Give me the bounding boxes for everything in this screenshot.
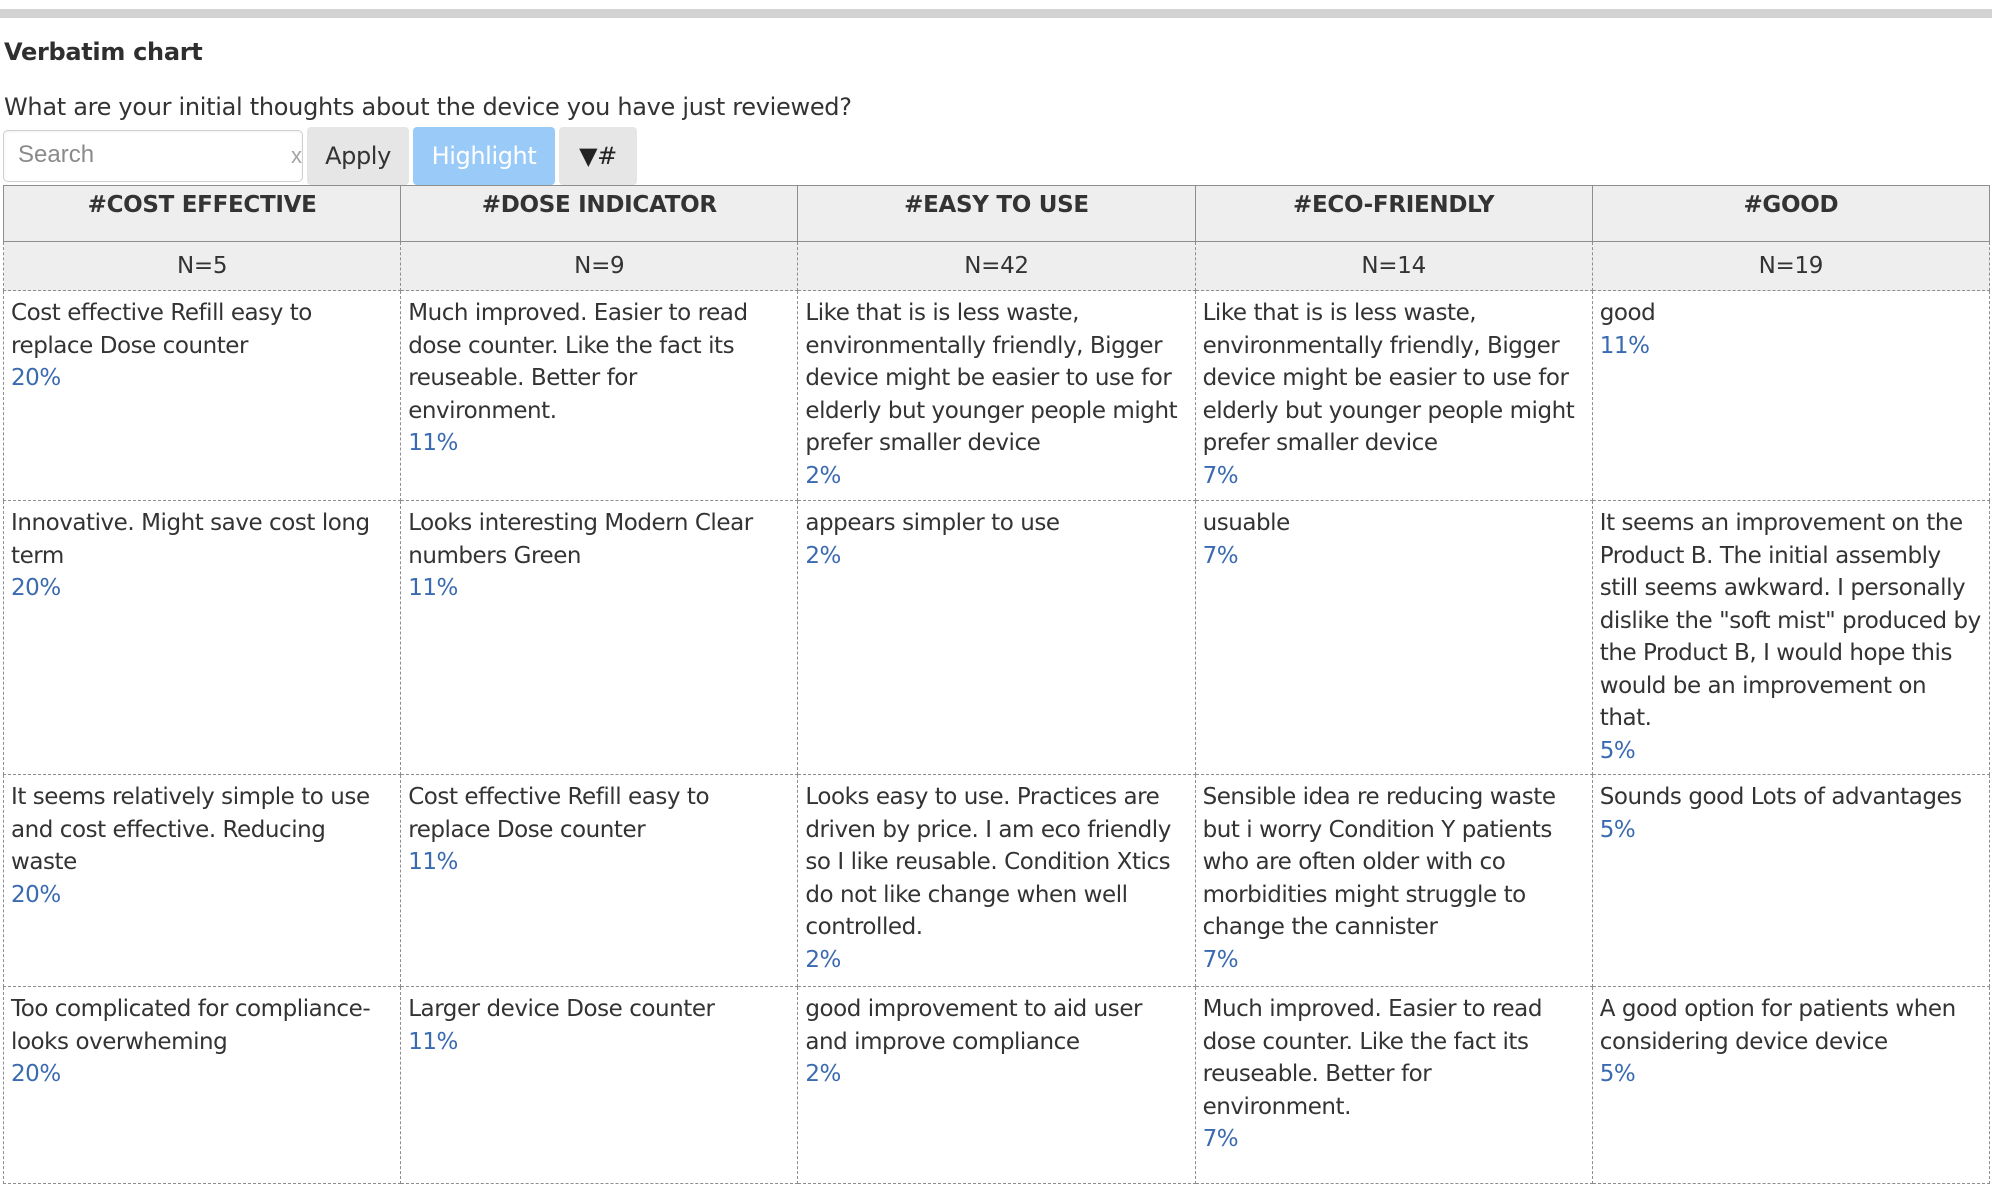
verbatim-text: good improvement to aid user and improve…	[805, 996, 1143, 1055]
verbatim-text: A good option for patients when consider…	[1599, 996, 1956, 1055]
highlight-button[interactable]: Highlight	[413, 127, 555, 185]
verbatim-cell: appears simpler to use 2%	[797, 500, 1196, 775]
verbatim-text: good	[1599, 300, 1656, 326]
verbatim-text: Sensible idea re reducing waste but i wo…	[1202, 784, 1556, 940]
verbatim-percent: 11%	[408, 1028, 458, 1055]
verbatim-text: Larger device Dose counter	[408, 996, 715, 1022]
verbatim-cell: Like that is is less waste, environmenta…	[1194, 290, 1593, 501]
column-count: N=14	[1194, 241, 1593, 291]
search-input[interactable]	[4, 131, 278, 179]
table-row: Innovative. Might save cost long term 20%…	[2, 500, 1991, 775]
verbatim-percent: 11%	[408, 430, 458, 456]
verbatim-cell: It seems relatively simple to use and co…	[2, 774, 402, 987]
verbatim-percent: 7%	[1202, 1126, 1239, 1152]
verbatim-text: usuable	[1202, 510, 1291, 536]
verbatim-text: Too complicated for compliance-looks ove…	[11, 996, 371, 1055]
verbatim-percent: 2%	[805, 462, 841, 489]
verbatim-percent: 20%	[11, 575, 61, 601]
verbatim-cell: Larger device Dose counter 11%	[400, 986, 799, 1184]
verbatim-cell: good improvement to aid user and improve…	[797, 986, 1196, 1184]
verbatim-table: #COST EFFECTIVE #DOSE INDICATOR #EASY TO…	[2, 185, 1991, 1184]
verbatim-text: Sounds good Lots of advantages	[1599, 784, 1962, 810]
verbatim-percent: 5%	[1599, 816, 1636, 843]
verbatim-text: Much improved. Easier to read dose count…	[408, 300, 748, 424]
column-count: N=42	[797, 241, 1196, 291]
verbatim-cell: Like that is is less waste, environmenta…	[797, 290, 1196, 501]
tag-header-row: #COST EFFECTIVE #DOSE INDICATOR #EASY TO…	[2, 185, 1991, 242]
table-row: Too complicated for compliance-looks ove…	[2, 986, 1991, 1184]
verbatim-percent: 11%	[408, 849, 458, 875]
verbatim-text: Looks interesting Modern Clear numbers G…	[408, 510, 753, 569]
verbatim-text: Like that is is less waste, environmenta…	[1202, 300, 1575, 456]
verbatim-percent: 11%	[1599, 332, 1650, 359]
verbatim-percent: 2%	[805, 542, 841, 569]
search-box: x	[3, 130, 303, 182]
column-header[interactable]: #DOSE INDICATOR	[400, 185, 799, 242]
question-text: What are your initial thoughts about the…	[4, 93, 852, 121]
verbatim-cell: Sounds good Lots of advantages 5%	[1591, 774, 1991, 987]
verbatim-text: It seems an improvement on the Product B…	[1599, 510, 1982, 731]
column-count: N=9	[400, 241, 799, 291]
table-row: Cost effective Refill easy to replace Do…	[2, 290, 1991, 501]
verbatim-cell: Too complicated for compliance-looks ove…	[2, 986, 402, 1184]
verbatim-text: Cost effective Refill easy to replace Do…	[11, 300, 312, 359]
verbatim-cell: Sensible idea re reducing waste but i wo…	[1194, 774, 1593, 987]
verbatim-percent: 20%	[11, 365, 61, 391]
verbatim-cell: Innovative. Might save cost long term 20%	[2, 500, 402, 775]
verbatim-cell: It seems an improvement on the Product B…	[1591, 500, 1991, 775]
verbatim-text: Looks easy to use. Practices are driven …	[805, 784, 1171, 940]
toolbar: x Apply Highlight ▼#	[3, 127, 637, 185]
verbatim-text: Innovative. Might save cost long term	[11, 510, 370, 569]
verbatim-percent: 2%	[805, 946, 841, 973]
verbatim-cell: good 11%	[1591, 290, 1991, 501]
verbatim-percent: 7%	[1202, 542, 1239, 569]
apply-button[interactable]: Apply	[307, 127, 409, 185]
clear-search-icon[interactable]: x	[291, 142, 302, 170]
column-header[interactable]: #GOOD	[1591, 185, 1991, 242]
verbatim-text: It seems relatively simple to use and co…	[11, 784, 370, 875]
verbatim-percent: 7%	[1202, 462, 1239, 489]
column-header[interactable]: #COST EFFECTIVE	[2, 185, 402, 242]
top-divider-bar	[0, 9, 1992, 18]
verbatim-text: Cost effective Refill easy to replace Do…	[408, 784, 710, 843]
chart-title: Verbatim chart	[4, 38, 203, 66]
verbatim-text: appears simpler to use	[805, 510, 1060, 536]
verbatim-percent: 20%	[11, 1061, 61, 1087]
table-row: It seems relatively simple to use and co…	[2, 774, 1991, 987]
verbatim-text: Like that is is less waste, environmenta…	[805, 300, 1178, 456]
verbatim-percent: 11%	[408, 575, 458, 601]
verbatim-percent: 5%	[1599, 737, 1636, 764]
verbatim-cell: Looks easy to use. Practices are driven …	[797, 774, 1196, 987]
column-count: N=19	[1591, 241, 1991, 291]
column-count: N=5	[2, 241, 402, 291]
verbatim-percent: 7%	[1202, 946, 1239, 973]
count-row: N=5 N=9 N=42 N=14 N=19	[2, 241, 1991, 291]
verbatim-cell: usuable 7%	[1194, 500, 1593, 775]
sort-by-count-button[interactable]: ▼#	[559, 127, 637, 185]
verbatim-cell: A good option for patients when consider…	[1591, 986, 1991, 1184]
verbatim-cell: Cost effective Refill easy to replace Do…	[400, 774, 799, 987]
verbatim-cell: Much improved. Easier to read dose count…	[1194, 986, 1593, 1184]
verbatim-text: Much improved. Easier to read dose count…	[1202, 996, 1543, 1120]
verbatim-cell: Much improved. Easier to read dose count…	[400, 290, 799, 501]
verbatim-percent: 20%	[11, 881, 61, 908]
verbatim-percent: 2%	[805, 1061, 841, 1087]
column-header[interactable]: #ECO-FRIENDLY	[1194, 185, 1593, 242]
column-header[interactable]: #EASY TO USE	[797, 185, 1196, 242]
verbatim-cell: Looks interesting Modern Clear numbers G…	[400, 500, 799, 775]
verbatim-cell: Cost effective Refill easy to replace Do…	[2, 290, 402, 501]
verbatim-percent: 5%	[1599, 1061, 1636, 1087]
